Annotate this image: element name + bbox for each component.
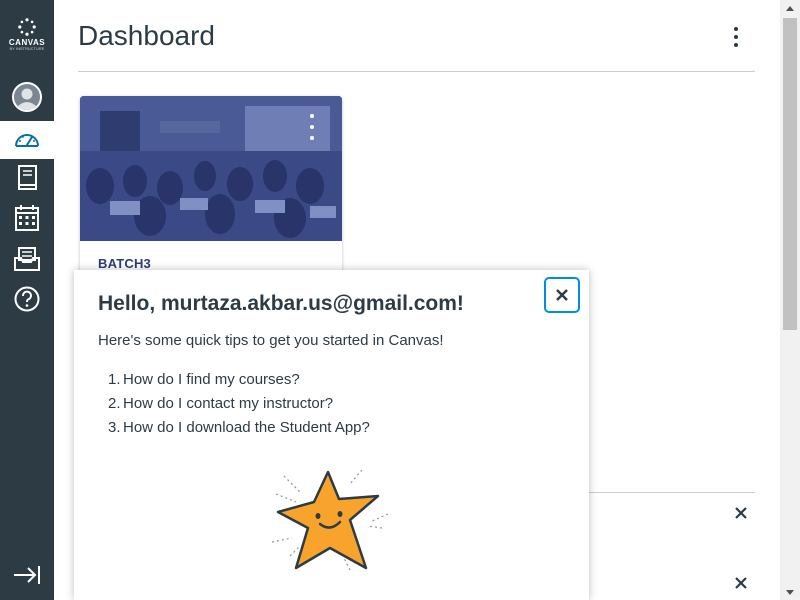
- arrow-down-icon: [786, 589, 794, 595]
- page-scrollbar[interactable]: [780, 0, 800, 600]
- help-icon: [14, 286, 40, 312]
- tip-link[interactable]: How do I find my courses?: [123, 371, 300, 388]
- dashboard-options-button[interactable]: [726, 24, 746, 50]
- course-card-options-button[interactable]: [306, 114, 318, 140]
- canvas-logo[interactable]: CANVAS BY INSTRUCTURE: [0, 18, 54, 51]
- close-icon: [735, 507, 747, 519]
- calendar-icon: [15, 205, 39, 231]
- tip-item: 3. How do I download the Student App?: [108, 419, 370, 436]
- scroll-up-button[interactable]: [780, 0, 800, 16]
- logo-wordmark: CANVAS: [8, 38, 46, 47]
- kebab-icon: [310, 114, 314, 118]
- scroll-down-button[interactable]: [780, 584, 800, 600]
- nav-item-help[interactable]: [0, 280, 54, 318]
- tips-list: 1. How do I find my courses? 2. How do I c…: [98, 368, 370, 440]
- nav-item-account[interactable]: [0, 78, 54, 116]
- collapse-nav-button[interactable]: [0, 560, 54, 590]
- classroom-photo: [80, 96, 342, 241]
- account-avatar-icon: [12, 82, 42, 112]
- close-tray-button[interactable]: [544, 277, 580, 313]
- close-icon: [556, 289, 568, 301]
- tip-link[interactable]: How do I contact my instructor?: [123, 395, 333, 412]
- course-card[interactable]: BATCH3: [80, 96, 342, 296]
- header-divider: [78, 71, 755, 72]
- collapse-nav-icon: [14, 566, 40, 584]
- nav-item-dashboard[interactable]: [0, 121, 54, 159]
- global-nav: CANVAS BY INSTRUCTURE: [0, 0, 54, 600]
- smiling-star-icon: [271, 469, 389, 571]
- scroll-thumb[interactable]: [783, 18, 797, 330]
- tip-item: 2. How do I contact my instructor?: [108, 395, 334, 412]
- course-card-title[interactable]: BATCH3: [98, 256, 151, 271]
- page-title: Dashboard: [78, 20, 215, 51]
- nav-item-calendar[interactable]: [0, 199, 54, 237]
- tip-item: 1. How do I find my courses?: [108, 371, 300, 388]
- canvas-logo-icon: [18, 18, 36, 36]
- dashboard-icon: [15, 134, 39, 147]
- logo-subtitle: BY INSTRUCTURE: [9, 47, 45, 51]
- welcome-intro: Here's some quick tips to get you starte…: [98, 332, 444, 349]
- list-divider: [588, 492, 755, 493]
- welcome-heading: Hello, murtaza.akbar.us@gmail.com!: [98, 292, 464, 315]
- welcome-tray: Hello, murtaza.akbar.us@gmail.com! Here'…: [74, 270, 589, 600]
- kebab-icon: [734, 27, 738, 31]
- close-icon: [735, 577, 747, 589]
- nav-item-inbox[interactable]: [0, 240, 54, 278]
- dismiss-item-button[interactable]: [733, 575, 749, 591]
- arrow-up-icon: [786, 5, 794, 11]
- course-card-hero-image[interactable]: [80, 96, 342, 241]
- inbox-icon: [14, 247, 40, 271]
- dismiss-item-button[interactable]: [733, 505, 749, 521]
- tip-link[interactable]: How do I download the Student App?: [123, 419, 370, 436]
- nav-item-courses[interactable]: [0, 159, 54, 197]
- courses-book-icon: [18, 165, 37, 190]
